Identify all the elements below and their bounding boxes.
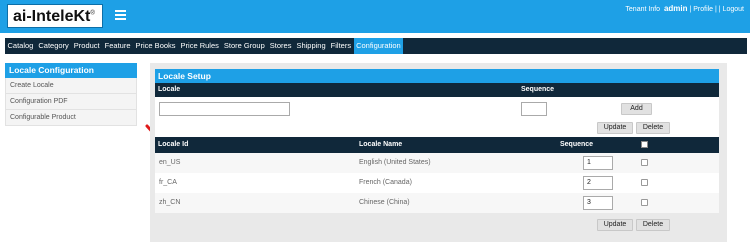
row-checkbox[interactable] bbox=[641, 159, 648, 166]
logout-link[interactable]: Logout bbox=[723, 6, 744, 13]
tenant-info-link[interactable]: Tenant Info bbox=[625, 6, 660, 13]
top-header: ai-InteleKt® Tenant Info admin | Profile… bbox=[0, 0, 750, 33]
locale-input[interactable] bbox=[159, 102, 290, 116]
sequence-input[interactable]: 3 bbox=[583, 196, 613, 210]
nav-item-configuration[interactable]: Configuration bbox=[353, 38, 404, 54]
locale-name-cell: French (Canada) bbox=[359, 179, 412, 186]
user-name: admin bbox=[663, 4, 688, 13]
sequence-input[interactable]: 2 bbox=[583, 176, 613, 190]
sequence-column-header: Sequence bbox=[521, 86, 555, 93]
locale-setup-panel: Locale Setup Locale Sequence Add Update … bbox=[150, 63, 727, 242]
logo[interactable]: ai-InteleKt® bbox=[7, 4, 103, 28]
nav-item-catalog[interactable]: Catalog bbox=[5, 38, 36, 54]
row-checkbox[interactable] bbox=[641, 199, 648, 206]
locale-name-cell: Chinese (China) bbox=[359, 199, 410, 206]
profile-link[interactable]: Profile bbox=[693, 6, 713, 13]
locale-column-header: Locale bbox=[158, 86, 181, 93]
nav-item-category[interactable]: Category bbox=[36, 38, 71, 54]
locale-id-cell: fr_CA bbox=[159, 179, 177, 186]
row-checkbox[interactable] bbox=[641, 179, 648, 186]
table-row: en_US English (United States) 1 bbox=[155, 153, 719, 173]
table-row: fr_CA French (Canada) 2 bbox=[155, 173, 719, 193]
nav-item-store-group[interactable]: Store Group bbox=[221, 38, 267, 54]
delete-button-bottom[interactable]: Delete bbox=[636, 219, 670, 231]
table-footer: Update Delete bbox=[155, 213, 719, 235]
sequence-input[interactable]: 1 bbox=[583, 156, 613, 170]
sidebar-item-configuration-pdf[interactable]: Configuration PDF bbox=[5, 94, 137, 110]
locale-table-header: Locale Id Locale Name Sequence bbox=[155, 137, 719, 153]
locale-id-cell: zh_CN bbox=[159, 199, 181, 206]
setup-header: Locale Sequence bbox=[155, 83, 719, 97]
table-row: zh_CN Chinese (China) 3 bbox=[155, 193, 719, 213]
nav-item-price-rules[interactable]: Price Rules bbox=[178, 38, 221, 54]
locale-id-cell: en_US bbox=[159, 159, 181, 166]
sidebar-title: Locale Configuration bbox=[5, 63, 137, 78]
sidebar-item-configurable-product[interactable]: Configurable Product bbox=[5, 110, 137, 126]
nav-item-price-books[interactable]: Price Books bbox=[133, 38, 178, 54]
nav-item-filters[interactable]: Filters bbox=[328, 38, 353, 54]
nav-item-shipping[interactable]: Shipping bbox=[294, 38, 328, 54]
hamburger-menu-icon[interactable] bbox=[115, 10, 126, 20]
separator: | | bbox=[715, 6, 721, 13]
update-button-top[interactable]: Update bbox=[597, 122, 633, 134]
nav-item-stores[interactable]: Stores bbox=[267, 38, 294, 54]
nav-item-feature[interactable]: Feature bbox=[102, 38, 133, 54]
locale-id-column-header: Locale Id bbox=[158, 141, 189, 148]
user-links: Tenant Info admin | Profile | | Logout bbox=[625, 4, 744, 13]
locale-name-cell: English (United States) bbox=[359, 159, 431, 166]
logo-text: ai-InteleKt® bbox=[13, 8, 95, 25]
sidebar-item-create-locale[interactable]: Create Locale bbox=[5, 78, 137, 94]
setup-form: Add Update Delete bbox=[155, 97, 719, 137]
panel-title: Locale Setup bbox=[155, 69, 719, 83]
add-button[interactable]: Add bbox=[621, 103, 652, 115]
locale-name-column-header: Locale Name bbox=[359, 141, 403, 148]
select-all-checkbox[interactable] bbox=[641, 141, 648, 148]
sidebar: Locale Configuration Create Locale Confi… bbox=[5, 63, 137, 126]
main-nav: Catalog Category Product Feature Price B… bbox=[5, 38, 747, 54]
sequence-input[interactable] bbox=[521, 102, 547, 116]
delete-button-top[interactable]: Delete bbox=[636, 122, 670, 134]
sequence-column-header: Sequence bbox=[560, 141, 594, 148]
update-button-bottom[interactable]: Update bbox=[597, 219, 633, 231]
nav-item-product[interactable]: Product bbox=[71, 38, 102, 54]
separator: | bbox=[689, 6, 692, 13]
